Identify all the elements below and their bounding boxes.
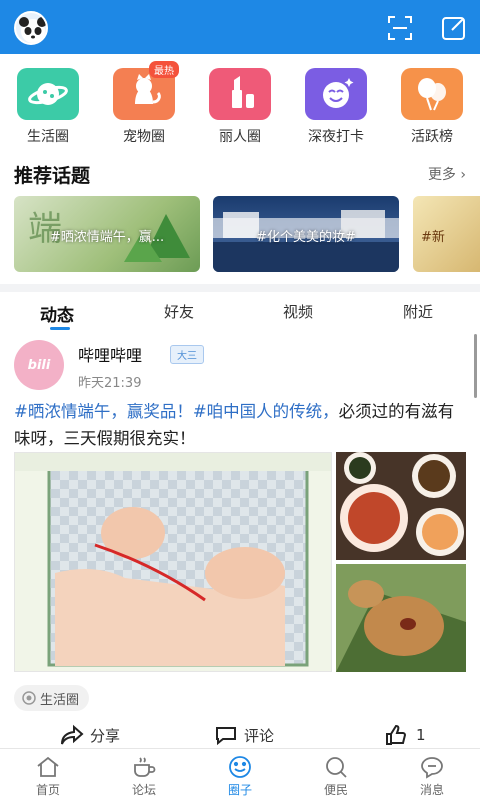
topic-card[interactable]: #新 — [413, 196, 480, 272]
balloon-icon — [401, 68, 463, 120]
like-button[interactable]: 1 — [384, 724, 426, 746]
quick-item-label: 丽人圈 — [219, 129, 261, 145]
panda-avatar-icon[interactable] — [14, 11, 48, 45]
section-title: 推荐话题 — [14, 165, 91, 187]
more-label: 更多 — [427, 167, 456, 183]
topic-text: #新 — [421, 230, 445, 245]
tab-friends[interactable]: 好友 — [164, 301, 194, 322]
nav-label: 论坛 — [131, 783, 156, 797]
hashtag[interactable]: #咱中国人的传统， — [193, 402, 339, 421]
share-icon — [61, 724, 84, 745]
circle-tag[interactable]: 生活圈 — [14, 685, 90, 711]
compose-icon[interactable] — [440, 14, 468, 42]
quick-entries: 生活圈 最热 宠物圈 丽人圈 深夜打卡 活跃榜 — [0, 61, 480, 152]
nav-messages[interactable]: 消息 — [392, 755, 472, 798]
planet-icon — [17, 68, 79, 120]
nav-services[interactable]: 便民 — [296, 755, 376, 798]
post-content[interactable]: #晒浓情端午，赢奖品！#咱中国人的传统，必须过的有滋有味呀，三天假期很充实！ — [14, 398, 470, 452]
circle-tag-icon — [22, 691, 36, 705]
nav-home[interactable]: 首页 — [8, 755, 88, 798]
level-badge: 大三 — [170, 345, 204, 364]
nav-label: 首页 — [35, 783, 60, 797]
like-count: 1 — [416, 726, 426, 744]
tab-nearby[interactable]: 附近 — [403, 301, 433, 322]
topic-text: #晒浓情端午，赢... — [49, 230, 165, 245]
coffee-icon — [134, 757, 156, 777]
quick-item-label: 活跃榜 — [411, 129, 453, 145]
post-image-main[interactable] — [14, 452, 332, 672]
tab-indicator — [50, 327, 70, 330]
topic-card[interactable]: 端 #晒浓情端午，赢... — [14, 196, 200, 272]
feed-tabs: 动态 好友 视频 附近 — [0, 292, 480, 334]
hashtag[interactable]: #晒浓情端午，赢奖品！ — [14, 402, 193, 421]
topic-text: #化个美美的妆# — [256, 230, 356, 245]
hot-badge: 最热 — [149, 61, 179, 78]
nav-label: 消息 — [419, 783, 444, 797]
quick-item-label: 生活圈 — [27, 129, 69, 145]
scan-icon[interactable] — [386, 14, 414, 42]
lipstick-icon — [209, 68, 271, 120]
tab-dynamic[interactable]: 动态 — [40, 301, 74, 326]
share-label: 分享 — [90, 726, 121, 745]
post-actions: 分享 评论 1 — [0, 720, 480, 750]
cat-icon: 最热 — [113, 61, 179, 120]
nav-circle[interactable]: 圈子 — [200, 755, 280, 798]
scrollbar[interactable] — [474, 334, 477, 398]
nav-label: 便民 — [323, 783, 348, 797]
quick-item-active-ranking[interactable]: 活跃榜 — [392, 62, 472, 146]
avatar[interactable]: bili — [14, 340, 64, 390]
comment-label: 评论 — [244, 726, 275, 745]
post-image-zongzi[interactable] — [336, 564, 466, 672]
nav-forum[interactable]: 论坛 — [104, 755, 184, 798]
quick-item-late-night[interactable]: 深夜打卡 — [296, 62, 376, 146]
quick-item-pet-circle[interactable]: 最热 宠物圈 — [104, 61, 184, 146]
message-icon — [421, 757, 443, 779]
quick-item-beauty-circle[interactable]: 丽人圈 — [200, 62, 280, 146]
share-button[interactable]: 分享 — [60, 724, 120, 746]
circle-icon — [229, 756, 251, 778]
tab-video[interactable]: 视频 — [283, 301, 313, 322]
quick-item-label: 宠物圈 — [123, 129, 165, 145]
nav-label: 圈子 — [227, 783, 252, 797]
circle-tag-label: 生活圈 — [40, 692, 80, 708]
topic-carousel[interactable]: 端 #晒浓情端午，赢... #化个美美的妆# #新 — [0, 196, 480, 274]
comment-icon — [216, 727, 236, 746]
quick-item-life-circle[interactable]: 生活圈 — [8, 62, 88, 146]
bilibili-logo-icon: bili — [27, 357, 51, 373]
more-link[interactable]: 更多 › — [428, 164, 466, 184]
home-icon — [37, 756, 59, 777]
post-image-dishes[interactable] — [336, 452, 466, 560]
search-icon — [326, 757, 347, 778]
post-time: 昨天21:39 — [78, 376, 142, 391]
topic-card[interactable]: #化个美美的妆# — [213, 196, 399, 272]
bottom-nav: 首页 论坛 圈子 便民 消息 — [0, 748, 480, 800]
top-app-bar — [0, 0, 480, 54]
chevron-right-icon: › — [460, 167, 466, 183]
smile-icon — [305, 68, 367, 120]
thumbs-up-icon — [386, 724, 407, 745]
section-divider — [0, 284, 480, 292]
quick-item-label: 深夜打卡 — [308, 129, 364, 145]
post-author[interactable]: 哔哩哔哩 — [78, 342, 142, 366]
comment-button[interactable]: 评论 — [214, 724, 274, 746]
